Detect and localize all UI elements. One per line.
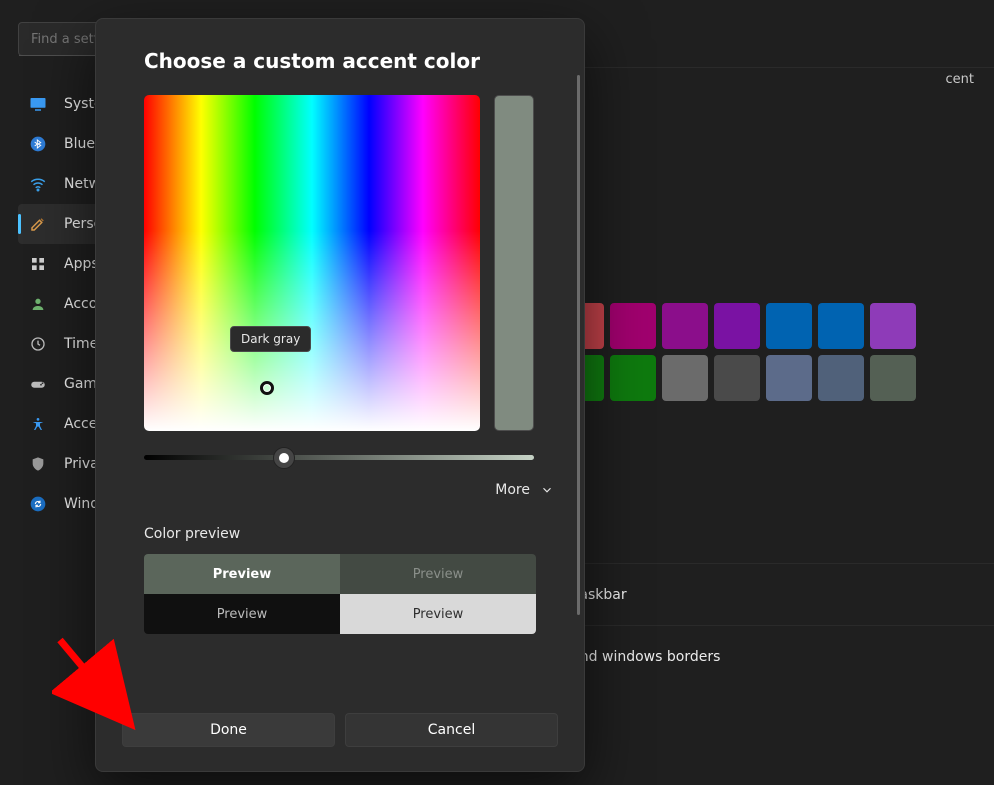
value-slider-thumb[interactable] — [274, 448, 294, 468]
value-slider[interactable] — [144, 455, 534, 460]
accessibility-icon — [28, 416, 48, 432]
palette-swatch[interactable] — [870, 355, 916, 401]
value-strip[interactable] — [494, 95, 534, 431]
person-icon — [28, 296, 48, 312]
bluetooth-icon — [28, 136, 48, 152]
color-tooltip: Dark gray — [230, 326, 311, 352]
dialog-title: Choose a custom accent color — [144, 49, 536, 73]
color-preview-label: Color preview — [144, 526, 560, 542]
shield-icon — [28, 456, 48, 472]
preview-tile-2: Preview — [340, 554, 536, 594]
color-preview: Preview Preview Preview Preview — [144, 554, 536, 634]
palette-swatch[interactable] — [766, 355, 812, 401]
refresh-icon — [28, 496, 48, 512]
sidebar-item-label: Apps — [64, 256, 99, 272]
brush-icon — [28, 215, 48, 233]
palette-swatch[interactable] — [610, 303, 656, 349]
color-picker-dialog: Choose a custom accent color Dark gray M… — [95, 18, 585, 772]
palette-swatch[interactable] — [714, 355, 760, 401]
palette-swatch[interactable] — [766, 303, 812, 349]
more-label: More — [495, 482, 530, 498]
palette-swatch[interactable] — [714, 303, 760, 349]
grid-icon — [28, 256, 48, 272]
palette-swatch[interactable] — [610, 355, 656, 401]
chevron-down-icon — [540, 483, 554, 497]
preview-tile-4: Preview — [340, 594, 536, 634]
preview-tile-3: Preview — [144, 594, 340, 634]
clock-icon — [28, 336, 48, 352]
monitor-icon — [28, 95, 48, 113]
palette-swatch[interactable] — [818, 303, 864, 349]
palette-swatch[interactable] — [818, 355, 864, 401]
gamepad-icon — [28, 375, 48, 393]
color-field[interactable]: Dark gray — [144, 95, 480, 431]
cancel-button[interactable]: Cancel — [345, 713, 558, 747]
palette-swatch[interactable] — [662, 303, 708, 349]
done-button[interactable]: Done — [122, 713, 335, 747]
color-field-cursor[interactable] — [260, 381, 274, 395]
palette-swatch[interactable] — [662, 355, 708, 401]
preview-tile-1: Preview — [144, 554, 340, 594]
wifi-icon — [28, 175, 48, 193]
more-toggle[interactable]: More — [144, 482, 560, 498]
palette-swatch[interactable] — [870, 303, 916, 349]
